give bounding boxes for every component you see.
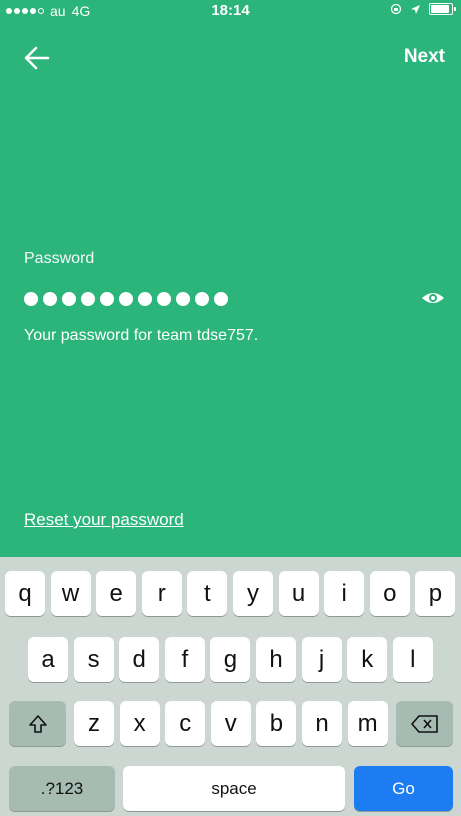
key-r[interactable]: r	[141, 571, 182, 616]
location-arrow-icon	[411, 4, 420, 14]
key-z[interactable]: z	[74, 701, 114, 746]
key-t[interactable]: t	[187, 571, 228, 616]
login-password-screen: au 4G 18:14 Next Password Your password	[0, 0, 461, 816]
key-h[interactable]: h	[256, 637, 296, 682]
reset-password-link[interactable]: Reset your password	[24, 510, 184, 530]
key-j[interactable]: j	[301, 637, 342, 682]
password-dot	[195, 292, 209, 306]
key-k[interactable]: k	[347, 637, 388, 682]
password-dot	[119, 292, 133, 306]
status-right	[390, 3, 456, 15]
key-l[interactable]: l	[392, 637, 433, 682]
shift-key[interactable]	[9, 701, 66, 746]
password-dot	[100, 292, 114, 306]
password-dot	[43, 292, 57, 306]
password-dot	[62, 292, 76, 306]
key-g[interactable]: g	[210, 637, 251, 682]
key-s[interactable]: s	[73, 637, 114, 682]
password-dot	[24, 292, 38, 306]
password-dot	[157, 292, 171, 306]
key-w[interactable]: w	[50, 571, 91, 616]
key-m[interactable]: m	[347, 701, 388, 746]
password-hint: Your password for team tdse757.	[24, 327, 259, 344]
key-v[interactable]: v	[210, 701, 251, 746]
key-i[interactable]: i	[324, 571, 365, 616]
password-dot	[138, 292, 152, 306]
arrow-left-icon	[24, 46, 50, 70]
key-u[interactable]: u	[278, 571, 319, 616]
key-e[interactable]: e	[96, 571, 137, 616]
key-o[interactable]: o	[369, 571, 410, 616]
key-y[interactable]: y	[233, 571, 273, 616]
go-key[interactable]: Go	[354, 766, 453, 811]
delete-key[interactable]	[396, 701, 453, 746]
shift-icon	[28, 714, 47, 733]
key-c[interactable]: c	[165, 701, 206, 746]
key-b[interactable]: b	[256, 701, 297, 746]
space-key[interactable]: space	[123, 766, 345, 811]
password-dot	[176, 292, 190, 306]
next-button[interactable]: Next	[404, 46, 445, 68]
key-f[interactable]: f	[164, 637, 205, 682]
key-p[interactable]: p	[415, 571, 456, 616]
status-bar: au 4G 18:14	[0, 0, 461, 22]
key-d[interactable]: d	[119, 637, 160, 682]
back-button[interactable]	[18, 40, 58, 76]
password-label: Password	[24, 250, 95, 267]
key-a[interactable]: a	[28, 637, 68, 682]
password-dot	[214, 292, 228, 306]
eye-icon	[422, 293, 444, 303]
battery-icon	[429, 3, 456, 15]
backspace-icon	[410, 714, 438, 733]
orientation-lock-icon	[390, 3, 402, 15]
show-password-button[interactable]	[420, 286, 446, 310]
numbers-key[interactable]: .?123	[9, 766, 115, 811]
key-q[interactable]: q	[5, 571, 45, 616]
password-dot	[81, 292, 95, 306]
keyboard: .?123 space Go qwertyuiop asdfghjkl zxcvbn…	[0, 557, 461, 816]
key-n[interactable]: n	[302, 701, 342, 746]
password-input[interactable]	[24, 284, 354, 314]
key-x[interactable]: x	[119, 701, 160, 746]
